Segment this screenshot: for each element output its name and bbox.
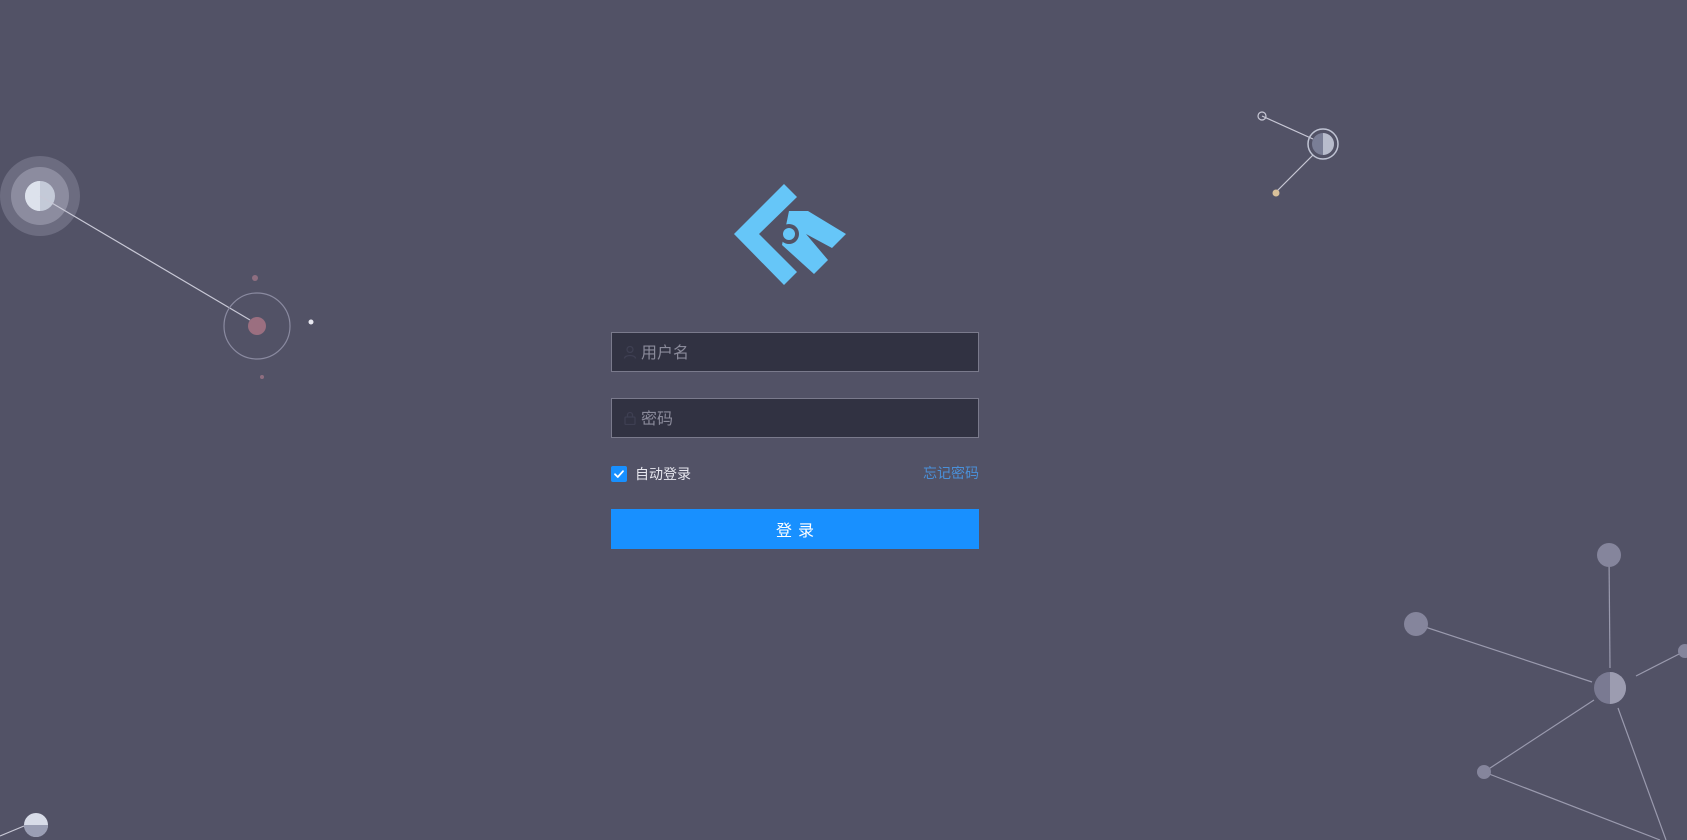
network-node-cluster-top-right	[1257, 111, 1339, 197]
remember-me-checkbox[interactable]: 自动登录	[611, 465, 691, 483]
password-field-wrapper	[611, 398, 979, 438]
login-button[interactable]: 登录	[611, 509, 979, 549]
username-input[interactable]	[641, 333, 978, 371]
check-icon	[614, 470, 624, 478]
password-input[interactable]	[641, 399, 978, 437]
brand-logo-icon	[734, 184, 846, 285]
network-node-cluster-top-left	[0, 156, 314, 379]
forgot-password-link[interactable]: 忘记密码	[900, 465, 979, 483]
network-node-cluster-bottom-right	[1404, 543, 1687, 840]
network-node-bottom-left	[0, 813, 48, 837]
user-icon	[623, 345, 637, 359]
login-page: 自动登录 忘记密码 登录	[0, 0, 1687, 840]
lock-icon	[624, 411, 636, 425]
remember-checkbox-box[interactable]	[611, 466, 627, 482]
username-field-wrapper	[611, 332, 979, 372]
remember-label: 自动登录	[635, 467, 691, 483]
